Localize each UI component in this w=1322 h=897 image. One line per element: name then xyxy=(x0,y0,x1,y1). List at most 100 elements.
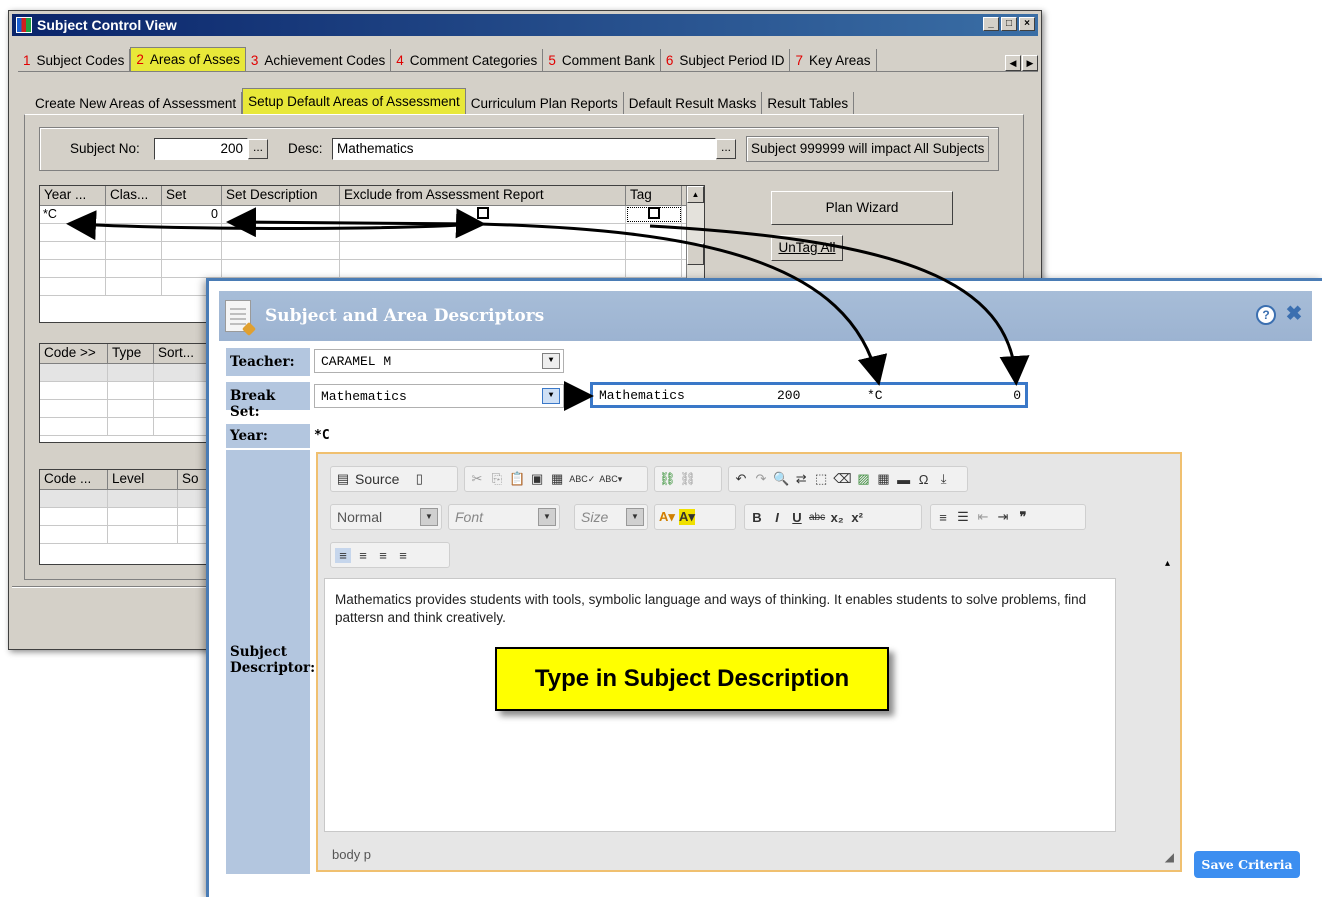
paste-word-icon[interactable]: ▦ xyxy=(549,471,565,487)
special-char-icon[interactable]: Ω xyxy=(916,472,932,487)
tab-scroll-left-icon[interactable]: ◀ xyxy=(1005,55,1021,71)
underline-icon[interactable]: U xyxy=(789,510,805,525)
col-type[interactable]: Type xyxy=(108,344,154,363)
scroll-thumb[interactable] xyxy=(687,243,704,265)
collapse-toolbar-icon[interactable]: ▴ xyxy=(1165,558,1170,569)
bg-color-icon[interactable]: A▾ xyxy=(679,509,695,525)
chevron-down-icon[interactable]: ▼ xyxy=(542,388,560,404)
tab-scroll-right-icon[interactable]: ▶ xyxy=(1022,55,1038,71)
subtab-result-tables[interactable]: Result Tables xyxy=(762,92,855,114)
undo-icon[interactable]: ↶ xyxy=(733,471,749,487)
breakset-select[interactable]: Mathematics ▼ xyxy=(314,384,564,408)
tab-comment-bank[interactable]: 5 Comment Bank xyxy=(543,49,661,71)
find-icon[interactable]: 🔍 xyxy=(773,471,789,487)
close-icon[interactable]: ✖ xyxy=(1284,304,1304,325)
spellcheck-menu-icon[interactable]: ABC▾ xyxy=(599,474,622,485)
chevron-down-icon[interactable]: ▼ xyxy=(542,353,560,369)
col-tag[interactable]: Tag xyxy=(626,186,682,205)
col-exclude[interactable]: Exclude from Assessment Report xyxy=(340,186,626,205)
tab-key-areas[interactable]: 7 Key Areas xyxy=(790,49,877,71)
tab-subject-codes[interactable]: 1 Subject Codes xyxy=(18,49,131,71)
superscript-icon[interactable]: x² xyxy=(849,510,865,525)
table-row[interactable]: *C 0 xyxy=(40,206,704,224)
plan-wizard-button[interactable]: Plan Wizard xyxy=(771,191,953,225)
font-combo[interactable]: Font ▼ xyxy=(448,504,560,530)
tab-comment-categories[interactable]: 4 Comment Categories xyxy=(391,49,544,71)
source-icon[interactable]: ▤ xyxy=(335,471,351,487)
subtab-setup-default[interactable]: Setup Default Areas of Assessment xyxy=(242,88,466,114)
col-level[interactable]: Level xyxy=(108,470,178,489)
maximize-button[interactable]: □ xyxy=(1001,17,1017,31)
horizontal-rule-icon[interactable]: ▬ xyxy=(896,472,912,487)
element-path: body p xyxy=(332,847,372,862)
subject-row: Subject No: 200 ... Desc: Mathematics ..… xyxy=(39,127,999,171)
numbered-list-icon[interactable]: ≡ xyxy=(935,510,951,525)
select-all-icon[interactable]: ⬚ xyxy=(813,471,829,487)
align-right-icon[interactable]: ≡ xyxy=(375,548,391,563)
link-icon[interactable]: ⛓ xyxy=(659,471,676,487)
unlink-icon[interactable]: ⛓ xyxy=(680,471,697,487)
chevron-down-icon[interactable]: ▼ xyxy=(420,508,438,526)
table-icon[interactable]: ▦ xyxy=(876,471,892,487)
bold-icon[interactable]: B xyxy=(749,510,765,525)
cut-icon[interactable]: ✂ xyxy=(469,471,485,487)
paste-text-icon[interactable]: ▣ xyxy=(529,471,545,487)
document-icon xyxy=(225,300,251,332)
tag-checkbox[interactable] xyxy=(647,207,660,219)
copy-icon[interactable]: ⎘ xyxy=(489,471,505,487)
subject-no-lookup-button[interactable]: ... xyxy=(248,139,268,159)
window-titlebar[interactable]: Subject Control View _ □ × xyxy=(12,14,1038,36)
col-set-description[interactable]: Set Description xyxy=(222,186,340,205)
subscript-icon[interactable]: x₂ xyxy=(829,510,845,525)
align-center-icon[interactable]: ≡ xyxy=(355,548,371,563)
teacher-select[interactable]: CARAMEL M ▼ xyxy=(314,349,564,373)
chevron-down-icon[interactable]: ▼ xyxy=(626,508,644,526)
minimize-button[interactable]: _ xyxy=(983,17,999,31)
size-combo[interactable]: Size ▼ xyxy=(574,504,648,530)
spellcheck-icon[interactable]: ABC✓ xyxy=(569,474,595,485)
image-icon[interactable]: ▨ xyxy=(856,471,872,487)
resize-handle-icon[interactable]: ◢ xyxy=(1165,850,1174,864)
col-sort[interactable]: Sort... xyxy=(154,344,214,363)
col-code-2[interactable]: Code ... xyxy=(40,470,108,489)
close-window-button[interactable]: × xyxy=(1019,17,1035,31)
desc-input[interactable]: Mathematics xyxy=(332,138,716,160)
col-year[interactable]: Year ... xyxy=(40,186,106,205)
col-set[interactable]: Set xyxy=(162,186,222,205)
exclude-checkbox[interactable] xyxy=(476,207,489,219)
table-row xyxy=(40,224,704,242)
justify-icon[interactable]: ≡ xyxy=(395,548,411,563)
template-icon[interactable]: ▯ xyxy=(411,471,427,487)
text-color-icon[interactable]: A▾ xyxy=(659,509,675,525)
chevron-down-icon[interactable]: ▼ xyxy=(538,508,556,526)
redo-icon[interactable]: ↷ xyxy=(753,471,769,487)
desc-lookup-button[interactable]: ... xyxy=(716,139,736,159)
eraser-icon[interactable]: ⌫ xyxy=(833,471,851,487)
source-button[interactable]: Source xyxy=(355,471,399,487)
blockquote-icon[interactable]: ❞ xyxy=(1015,509,1031,525)
col-class[interactable]: Clas... xyxy=(106,186,162,205)
subtab-curriculum-plan-reports[interactable]: Curriculum Plan Reports xyxy=(466,92,624,114)
indent-icon[interactable]: ⇥ xyxy=(995,509,1011,525)
tab-achievement-codes[interactable]: 3 Achievement Codes xyxy=(246,49,392,71)
subject-no-input[interactable]: 200 xyxy=(154,138,248,160)
areas-grid-header: Year ... Clas... Set Set Description Exc… xyxy=(40,186,704,206)
page-break-icon[interactable]: ⤓ xyxy=(936,471,952,487)
scroll-up-icon[interactable]: ▲ xyxy=(687,186,704,203)
tab-areas-of-assessment[interactable]: 2 Areas of Asses xyxy=(130,47,246,71)
subtab-create-new[interactable]: Create New Areas of Assessment xyxy=(30,92,243,114)
bullet-list-icon[interactable]: ☰ xyxy=(955,509,971,525)
help-icon[interactable]: ? xyxy=(1256,305,1276,325)
tab-subject-period-id[interactable]: 6 Subject Period ID xyxy=(661,49,791,71)
strike-icon[interactable]: abc xyxy=(809,512,825,523)
italic-icon[interactable]: I xyxy=(769,510,785,525)
untag-all-button[interactable]: UnTag All xyxy=(771,235,843,261)
col-code[interactable]: Code >> xyxy=(40,344,108,363)
align-left-icon[interactable]: ≡ xyxy=(335,547,351,563)
replace-icon[interactable]: ⇄ xyxy=(793,471,809,487)
subtab-default-result-masks[interactable]: Default Result Masks xyxy=(624,92,763,114)
format-combo[interactable]: Normal ▼ xyxy=(330,504,442,530)
save-criteria-button[interactable]: Save Criteria xyxy=(1194,851,1300,878)
outdent-icon[interactable]: ⇤ xyxy=(975,509,991,525)
paste-icon[interactable]: 📋 xyxy=(509,471,525,487)
